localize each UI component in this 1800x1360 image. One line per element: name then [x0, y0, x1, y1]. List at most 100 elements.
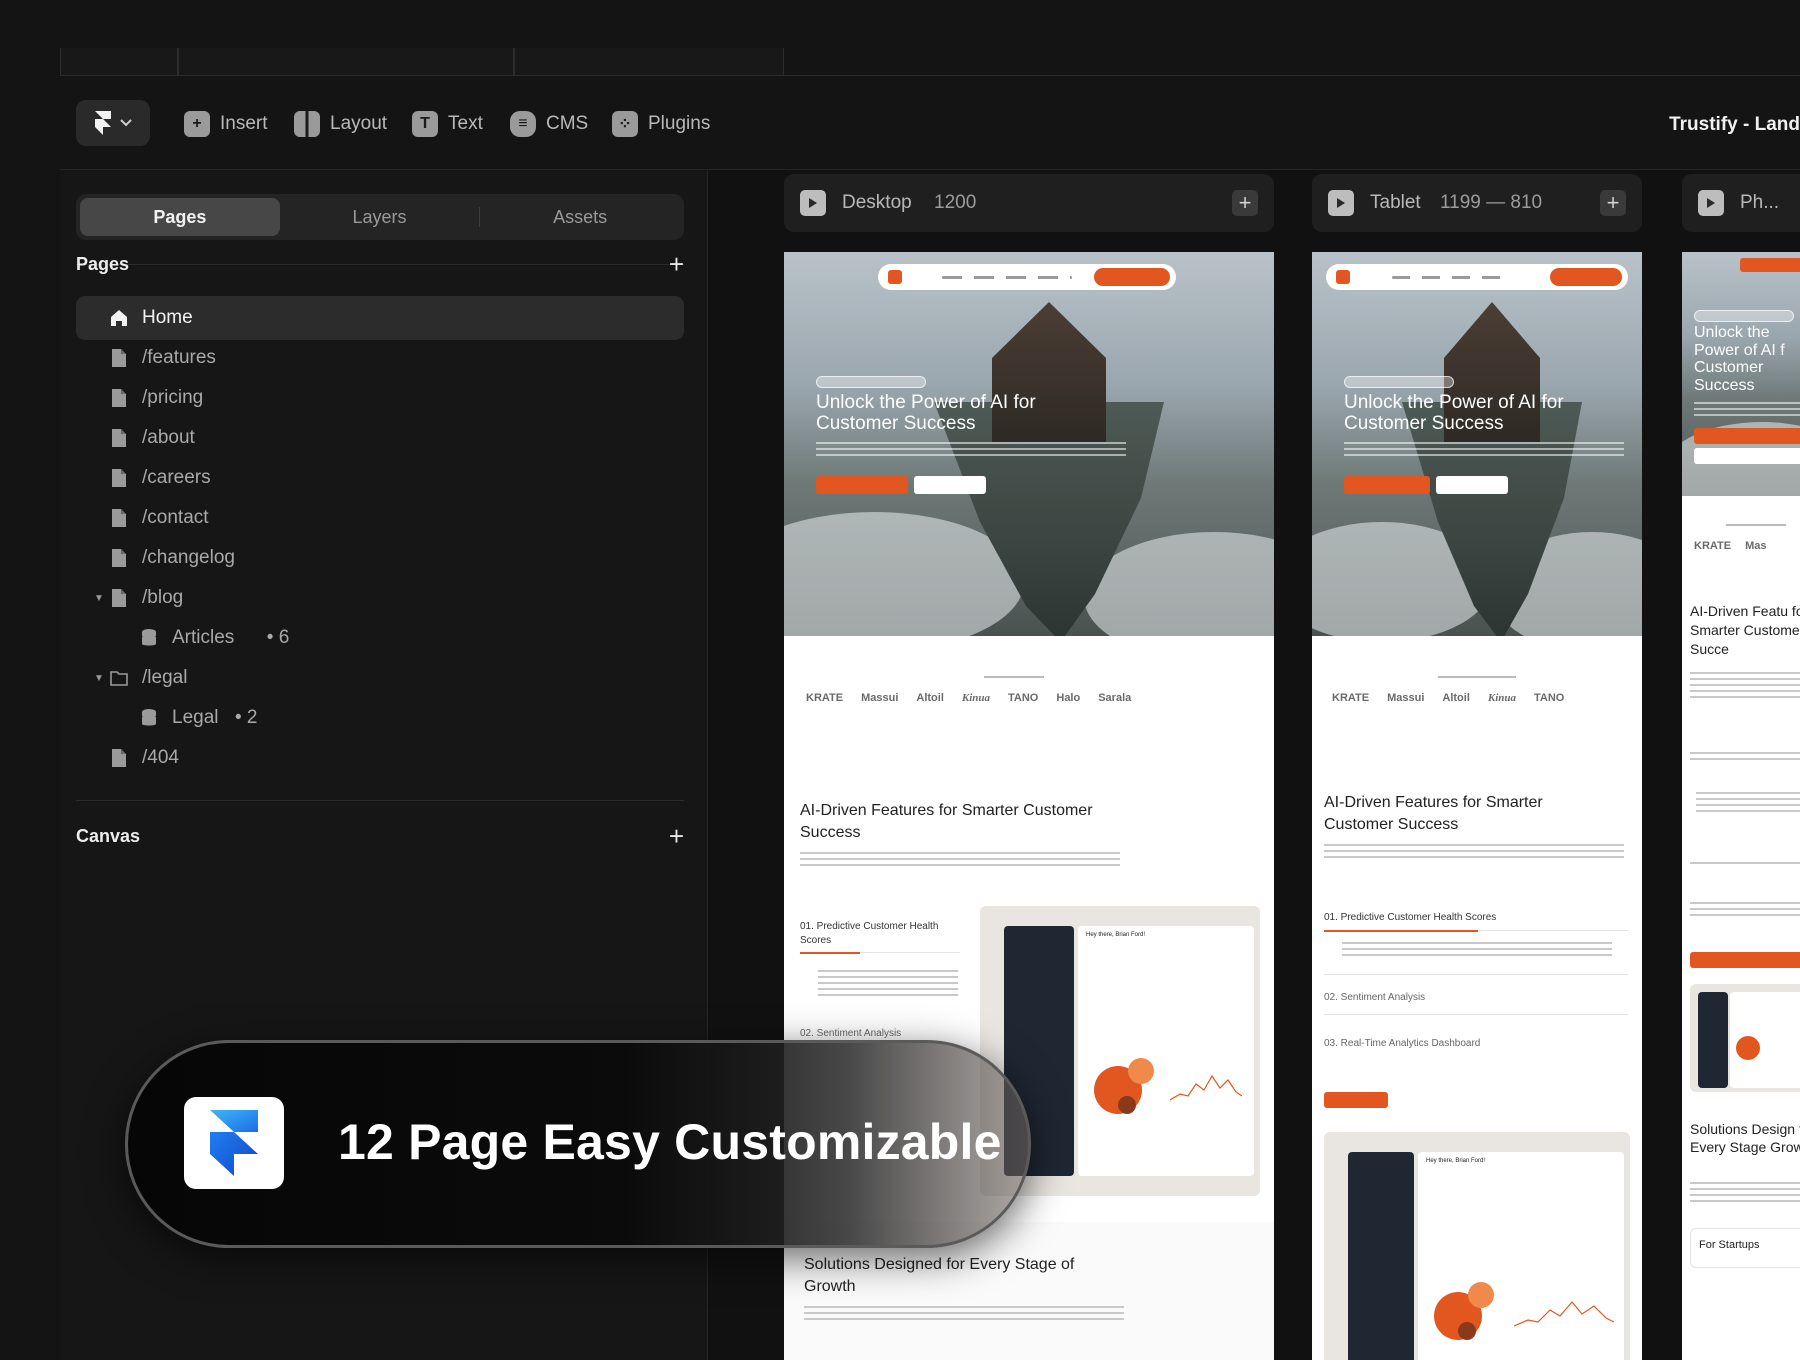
features-title: AI-Driven Features for Smarter Customer … [800, 802, 1093, 841]
play-icon[interactable] [1328, 190, 1354, 216]
hero-subtitle [816, 442, 1126, 456]
expand-arrow-icon[interactable]: ▼ [94, 673, 104, 684]
logo-row: KRATE Massui Altoil Kinua TANO Halo Sara… [806, 692, 1132, 704]
page-icon [110, 588, 128, 608]
framer-logo-icon [210, 1110, 258, 1176]
frame-header-desktop[interactable]: Desktop 1200 + [784, 174, 1274, 232]
page-item-blog[interactable]: ▼ /blog [76, 576, 684, 620]
page-label: Articles [172, 627, 235, 648]
page-item-contact[interactable]: /contact [76, 496, 684, 540]
hero-title: Unlock the Power of AI for Customer Succ… [816, 392, 1036, 435]
book-demo-button [1324, 1092, 1388, 1108]
book-demo-button [1690, 952, 1800, 968]
hero-subtitle [1344, 442, 1624, 456]
hero-subtitle [1694, 402, 1800, 416]
page-icon [110, 468, 128, 488]
page-label: /contact [142, 507, 209, 528]
tablet-frame[interactable]: Unlock the Power of AI for Customer Succ… [1312, 252, 1642, 1360]
solutions-desc [1690, 1182, 1800, 1206]
features-title: AI-Driven Featu for Smarter Customer Suc… [1690, 603, 1800, 657]
cms-button[interactable]: ≡ CMS [510, 106, 588, 142]
tab-assets[interactable]: Assets [480, 198, 680, 236]
feature-1-desc [818, 970, 958, 996]
hero-section: Unlock the Power of AI f Customer Succes… [1682, 252, 1800, 496]
page-item-about[interactable]: /about [76, 416, 684, 460]
page-item-changelog[interactable]: /changelog [76, 536, 684, 580]
add-canvas-icon[interactable]: + [669, 823, 684, 849]
window-tab[interactable] [514, 48, 784, 76]
layout-button[interactable]: Layout [294, 106, 387, 142]
database-icon: ≡ [510, 111, 536, 137]
logos-caption [984, 676, 1044, 678]
page-item-legal[interactable]: Legal • 2 [76, 696, 684, 740]
solutions-title: Solutions Designed for Every Stage of Gr… [804, 1256, 1075, 1295]
project-title[interactable]: Trustify - Land [1669, 114, 1800, 136]
hero-secondary-cta [1694, 448, 1800, 464]
item-count: • 2 [235, 707, 258, 728]
solutions-title: Solutions Design for Every Stage Growth [1690, 1121, 1800, 1156]
framer-editor: + Insert Layout T Text ≡ CMS ⁘ Plugins T… [0, 0, 1800, 1360]
pages-section-header: Pages + [76, 250, 684, 278]
hero-cta [816, 476, 908, 494]
page-item-careers[interactable]: /careers [76, 456, 684, 500]
expand-arrow-icon[interactable]: ▼ [94, 593, 104, 604]
insert-button[interactable]: + Insert [184, 106, 268, 142]
text-button[interactable]: T Text [412, 106, 483, 142]
page-label: /legal [142, 667, 188, 688]
frame-header-tablet[interactable]: Tablet 1199 — 810 + [1312, 174, 1642, 232]
dashboard-preview: Hey there, Brian Ford! [1324, 1132, 1630, 1360]
page-item-404[interactable]: /404 [76, 736, 684, 780]
hero-secondary-cta [1436, 476, 1508, 494]
logo-row: KRATE Mas [1694, 540, 1767, 552]
feature-1-progress [1324, 930, 1478, 932]
hero-badge [1344, 376, 1454, 388]
preview-navbar [878, 264, 1176, 290]
hero-cta [1344, 476, 1430, 494]
window-tab[interactable] [178, 48, 514, 76]
page-item-articles[interactable]: Articles • 6 [76, 616, 684, 660]
item-count: • 6 [266, 627, 290, 648]
hero-badge [816, 376, 926, 388]
preview-navbar [1326, 264, 1628, 290]
hero-section: Unlock the Power of AI for Customer Succ… [1312, 252, 1642, 636]
dashboard-preview [1690, 984, 1800, 1092]
features-desc [1324, 844, 1624, 858]
page-item-home[interactable]: Home [76, 296, 684, 340]
add-page-icon[interactable]: + [669, 251, 684, 277]
chevron-down-icon [120, 119, 132, 127]
page-icon [110, 508, 128, 528]
page-label: /blog [142, 587, 184, 608]
page-item-legal[interactable]: ▼ /legal [76, 656, 684, 700]
top-tab-strip [60, 48, 1800, 76]
phone-frame[interactable]: Unlock the Power of AI f Customer Succes… [1682, 252, 1800, 1360]
add-breakpoint-icon[interactable]: + [1600, 190, 1626, 216]
frame-header-phone[interactable]: Ph... [1682, 174, 1800, 232]
framer-logo-icon [95, 111, 111, 135]
folder-icon [110, 668, 128, 688]
canvas-heading: Canvas [76, 825, 141, 846]
plus-square-icon: + [184, 111, 210, 137]
page-item-pricing[interactable]: /pricing [76, 376, 684, 420]
page-label: /features [142, 347, 216, 368]
page-icon [110, 548, 128, 568]
play-icon[interactable] [800, 190, 826, 216]
panel-tabs: Pages Layers Assets [76, 194, 684, 240]
window-tab[interactable] [60, 48, 178, 76]
tab-pages[interactable]: Pages [80, 198, 280, 236]
logo-row: KRATE Massui Altoil Kinua TANO [1332, 692, 1565, 704]
plugins-icon: ⁘ [612, 111, 638, 137]
hero-title: Unlock the Power of AI f Customer Succes… [1694, 324, 1785, 394]
framer-menu-button[interactable] [76, 100, 150, 146]
page-item-features[interactable]: /features [76, 336, 684, 380]
feature-1-progress [800, 952, 860, 954]
page-label: /404 [142, 747, 179, 768]
page-icon [110, 748, 128, 768]
add-breakpoint-icon[interactable]: + [1232, 190, 1258, 216]
page-label: /about [142, 427, 195, 448]
canvas-section-header: Canvas + [76, 822, 684, 850]
tab-layers[interactable]: Layers [280, 198, 480, 236]
plugins-button[interactable]: ⁘ Plugins [612, 106, 710, 142]
cms-collection-icon [140, 628, 158, 648]
features-title: AI-Driven Features for Smarter Customer … [1324, 794, 1543, 833]
play-icon[interactable] [1698, 190, 1724, 216]
